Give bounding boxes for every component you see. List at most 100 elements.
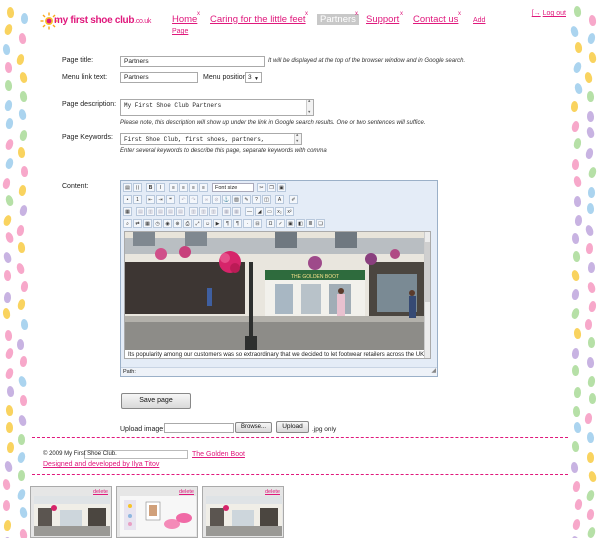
- new-document-icon[interactable]: ▤: [123, 183, 132, 192]
- zoom-icon[interactable]: ⊕: [173, 219, 182, 228]
- cell-props-icon[interactable]: ▥: [146, 207, 155, 216]
- delete-thumbnail-link[interactable]: delete: [179, 489, 194, 495]
- row-props-icon[interactable]: ▤: [136, 207, 145, 216]
- undo-icon[interactable]: ↶: [179, 195, 188, 204]
- resize-grip-icon[interactable]: ◢: [431, 367, 436, 375]
- style-props-icon[interactable]: ◧: [296, 219, 305, 228]
- unlink-icon[interactable]: ⊘: [212, 195, 221, 204]
- cut-icon[interactable]: ✂: [257, 183, 266, 192]
- save-page-button[interactable]: Save page: [121, 393, 191, 409]
- thumbnail-card[interactable]: delete: [30, 486, 112, 538]
- rtl-icon[interactable]: ¶: [233, 219, 242, 228]
- menu-link-input[interactable]: Partners: [120, 72, 198, 83]
- italic-icon[interactable]: I: [156, 183, 165, 192]
- upload-file-input[interactable]: [164, 423, 234, 433]
- link-icon[interactable]: ∞: [202, 195, 211, 204]
- blockquote-icon[interactable]: ❝: [166, 195, 175, 204]
- search-icon[interactable]: ⌕: [123, 219, 132, 228]
- media-icon[interactable]: ▶: [213, 219, 222, 228]
- col-before-icon[interactable]: ▥: [189, 207, 198, 216]
- align-justify-icon[interactable]: ≡: [199, 183, 208, 192]
- replace-icon[interactable]: ⇄: [133, 219, 142, 228]
- editor-content-area[interactable]: THE GOLDEN BOOT Its popularity among our…: [124, 231, 431, 359]
- visual-aid-icon[interactable]: ▭: [265, 207, 274, 216]
- nav-item-contact[interactable]: Contact us: [413, 14, 458, 25]
- source-code-icon[interactable]: ◫: [262, 195, 271, 204]
- page-title-input[interactable]: Partners: [120, 56, 265, 67]
- thumbnail-card[interactable]: delete: [202, 486, 284, 538]
- nav-remove-home-icon[interactable]: x: [197, 11, 200, 17]
- superscript-icon[interactable]: x²: [285, 207, 294, 216]
- image-icon[interactable]: ▧: [232, 195, 241, 204]
- delete-thumbnail-link[interactable]: delete: [93, 489, 108, 495]
- nonbreaking-icon[interactable]: ·: [243, 219, 252, 228]
- add-page-link-line2[interactable]: Page: [172, 28, 188, 35]
- delete-row-icon[interactable]: ▤: [176, 207, 185, 216]
- editor-scrollbar-thumb[interactable]: [425, 242, 430, 302]
- nav-item-home[interactable]: Home: [172, 14, 197, 25]
- split-cells-icon[interactable]: ▦: [222, 207, 231, 216]
- keywords-textarea[interactable]: First Shoe Club, first shoes, partners,: [120, 133, 302, 145]
- bold-icon[interactable]: B: [146, 183, 155, 192]
- redo-icon[interactable]: ↷: [189, 195, 198, 204]
- logout-link[interactable]: [→ Log out: [532, 10, 566, 17]
- layer-icon[interactable]: ▣: [286, 219, 295, 228]
- attributes-icon[interactable]: ≣: [306, 219, 315, 228]
- nav-item-support[interactable]: Support: [366, 14, 399, 25]
- print-icon[interactable]: ⎙: [183, 219, 192, 228]
- textarea-scrollbar[interactable]: [294, 134, 301, 144]
- insert-time-icon[interactable]: ◷: [153, 219, 162, 228]
- description-textarea[interactable]: My First Shoe Club Partners: [120, 99, 314, 116]
- delete-col-icon[interactable]: ▥: [209, 207, 218, 216]
- designer-credit-link[interactable]: Designed and developed by Ilya Titov: [43, 461, 159, 468]
- help-icon[interactable]: ?: [252, 195, 261, 204]
- nav-remove-support-icon[interactable]: x: [400, 11, 403, 17]
- add-page-link-line1[interactable]: Add: [473, 17, 485, 24]
- thumbnail-card[interactable]: delete: [116, 486, 198, 538]
- delete-thumbnail-link[interactable]: delete: [265, 489, 280, 495]
- editor-scrollbar[interactable]: [424, 232, 430, 358]
- nav-remove-contact-icon[interactable]: x: [458, 11, 461, 17]
- align-left-icon[interactable]: ≡: [169, 183, 178, 192]
- row-before-icon[interactable]: ▤: [156, 207, 165, 216]
- html-source-icon[interactable]: ⟨⟩: [133, 183, 142, 192]
- horizontal-rule-icon[interactable]: —: [245, 207, 254, 216]
- cleanup-icon[interactable]: ✎: [242, 195, 251, 204]
- ltr-icon[interactable]: ¶: [223, 219, 232, 228]
- emotions-icon[interactable]: ☺: [203, 219, 212, 228]
- paste-icon[interactable]: ▣: [277, 183, 286, 192]
- align-center-icon[interactable]: ≡: [179, 183, 188, 192]
- site-logo[interactable]: my first shoe club.co.uk: [40, 10, 151, 34]
- preview-icon[interactable]: ◉: [163, 219, 172, 228]
- browse-button[interactable]: Browse...: [235, 422, 272, 433]
- upload-button[interactable]: Upload: [276, 421, 309, 433]
- text-color-icon[interactable]: A: [275, 195, 284, 204]
- numbered-list-icon[interactable]: 1: [133, 195, 142, 204]
- copy-icon[interactable]: ❐: [267, 183, 276, 192]
- align-right-icon[interactable]: ≡: [189, 183, 198, 192]
- font-size-select[interactable]: Font size: [212, 183, 254, 192]
- pagebreak-icon[interactable]: ⊟: [253, 219, 262, 228]
- col-after-icon[interactable]: ▥: [199, 207, 208, 216]
- template-icon[interactable]: ❏: [316, 219, 325, 228]
- nav-item-caring[interactable]: Caring for the little feet: [210, 14, 306, 25]
- indent-icon[interactable]: ⇥: [156, 195, 165, 204]
- remove-format-icon[interactable]: ◢: [255, 207, 264, 216]
- insert-date-icon[interactable]: ▦: [143, 219, 152, 228]
- table-icon[interactable]: ▦: [123, 207, 132, 216]
- bullet-list-icon[interactable]: •: [123, 195, 132, 204]
- outdent-icon[interactable]: ⇤: [146, 195, 155, 204]
- special-char-icon[interactable]: Ω: [266, 219, 275, 228]
- anchor-icon[interactable]: ⚓: [222, 195, 231, 204]
- row-after-icon[interactable]: ▤: [166, 207, 175, 216]
- highlight-color-icon[interactable]: ✐: [289, 195, 298, 204]
- spellcheck-icon[interactable]: ✓: [276, 219, 285, 228]
- nav-remove-caring-icon[interactable]: x: [305, 11, 308, 17]
- nav-item-partners[interactable]: Partners: [317, 14, 359, 25]
- subscript-icon[interactable]: x₂: [275, 207, 284, 216]
- nav-remove-partners-icon[interactable]: x: [355, 11, 358, 17]
- fullscreen-icon[interactable]: ⤢: [193, 219, 202, 228]
- textarea-scrollbar[interactable]: [306, 100, 313, 115]
- menu-position-select[interactable]: 3 ▼: [245, 72, 262, 83]
- merge-cells-icon[interactable]: ▦: [232, 207, 241, 216]
